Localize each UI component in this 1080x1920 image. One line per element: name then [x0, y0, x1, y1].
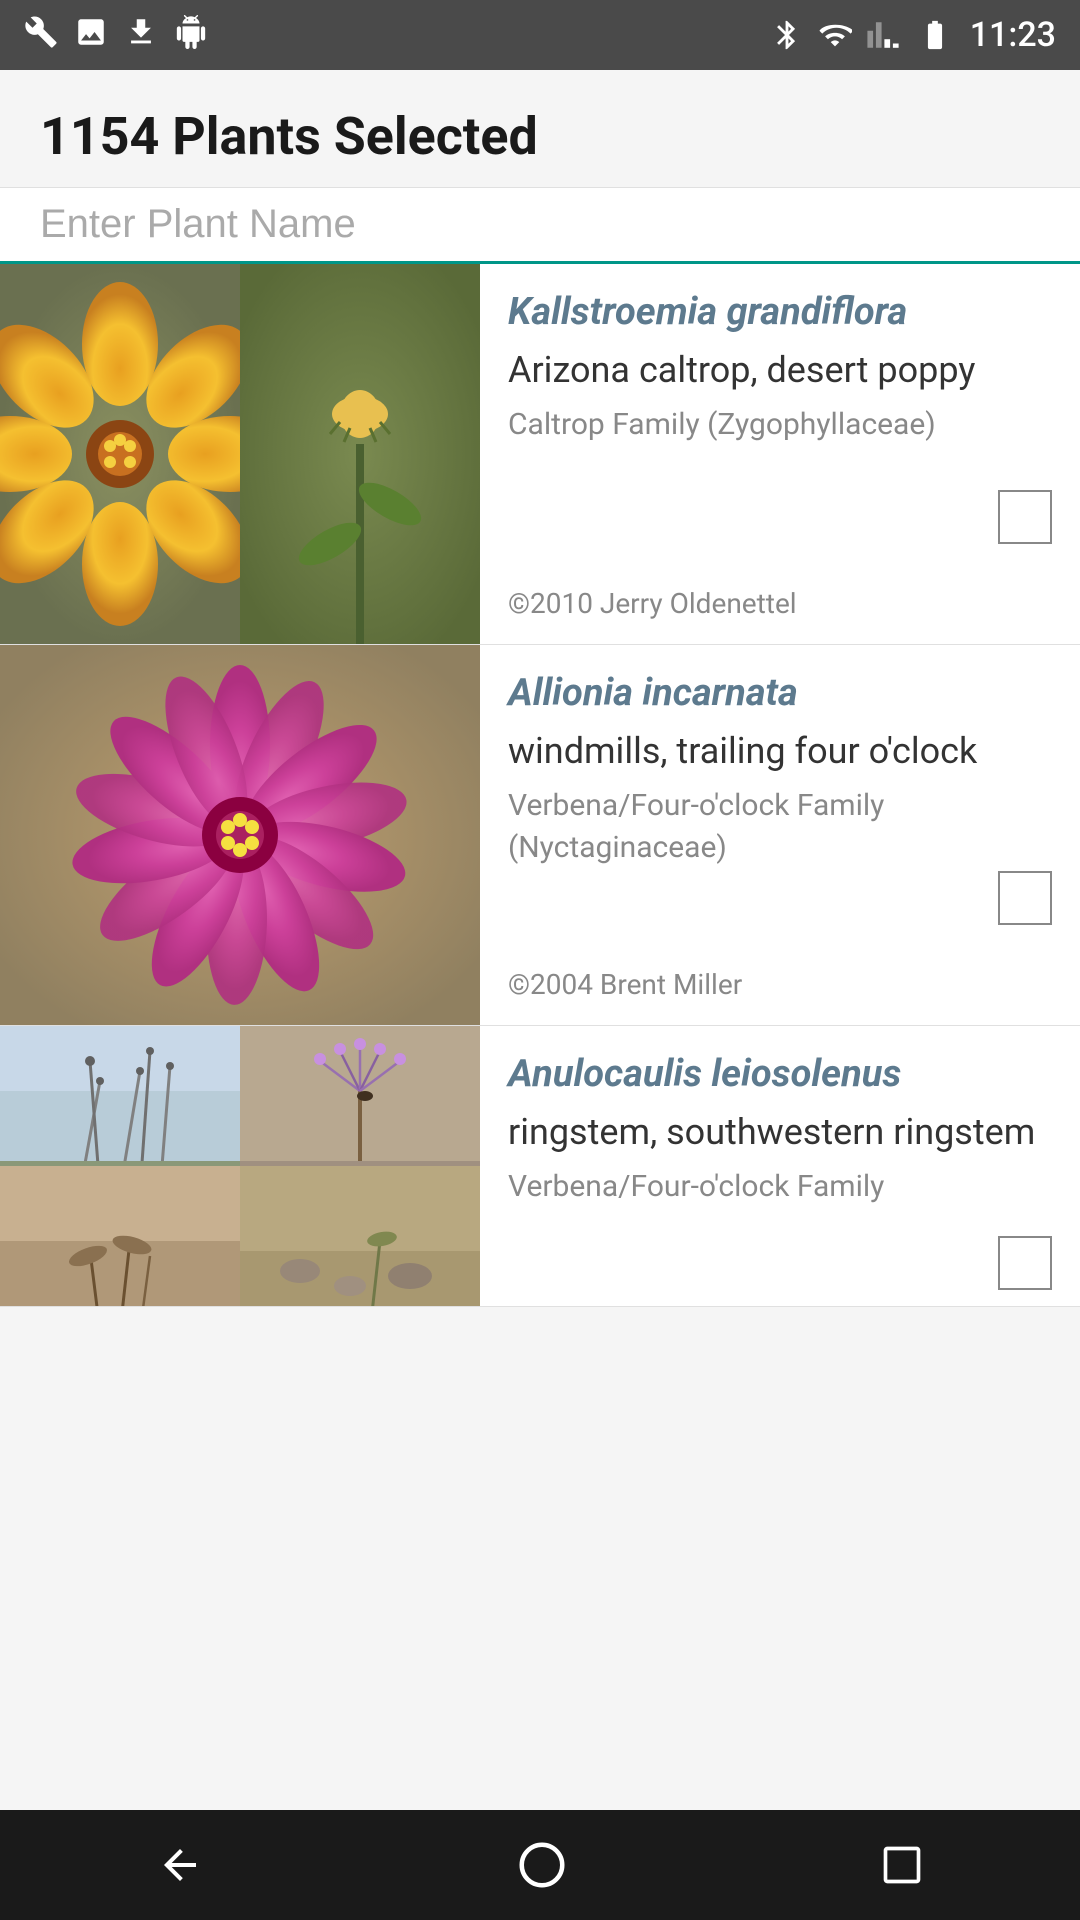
plant-family: Caltrop Family (Zygophyllaceae) — [508, 404, 1052, 446]
search-container[interactable] — [0, 188, 1080, 264]
plant-images — [0, 645, 480, 1025]
nav-back-button[interactable] — [156, 1841, 204, 1889]
search-input[interactable] — [40, 202, 1040, 247]
download-icon — [124, 15, 158, 56]
battery-icon — [914, 18, 956, 52]
plant-family: Verbena/Four-o'clock Family (Nyctaginace… — [508, 785, 1052, 869]
plant-copyright: ©2004 Brent Miller — [508, 968, 742, 1001]
wifi-icon — [818, 18, 852, 52]
plant-info: Kallstroemia grandiflora Arizona caltrop… — [480, 264, 1080, 644]
plant-scientific-name: Kallstroemia grandiflora — [508, 288, 1052, 337]
status-bar: 11:23 — [0, 0, 1080, 70]
app-header: 1154 Plants Selected — [0, 70, 1080, 188]
plant-image-2 — [240, 1026, 480, 1166]
plant-images — [0, 264, 480, 644]
plant-item: Allionia incarnata windmills, trailing f… — [0, 645, 1080, 1026]
signal-icon — [866, 18, 900, 52]
plant-list: Kallstroemia grandiflora Arizona caltrop… — [0, 264, 1080, 1744]
plant-item: Kallstroemia grandiflora Arizona caltrop… — [0, 264, 1080, 645]
plant-common-name: windmills, trailing four o'clock — [508, 728, 1052, 775]
plant-scientific-name: Anulocaulis leiosolenus — [508, 1050, 1052, 1099]
plant-common-name: Arizona caltrop, desert poppy — [508, 347, 1052, 394]
nav-recent-button[interactable] — [880, 1843, 924, 1887]
plant-image-4 — [240, 1166, 480, 1306]
plant-copyright: ©2010 Jerry Oldenettel — [508, 587, 797, 620]
status-icons-left — [24, 15, 208, 56]
plant-image-2 — [240, 264, 480, 644]
plant-image-1 — [0, 264, 240, 644]
bluetooth-icon — [770, 18, 804, 52]
plant-checkbox[interactable] — [998, 871, 1052, 925]
plant-info: Allionia incarnata windmills, trailing f… — [480, 645, 1080, 1025]
status-time: 11:23 — [970, 15, 1056, 55]
plant-checkbox[interactable] — [998, 490, 1052, 544]
page-title: 1154 Plants Selected — [40, 106, 1040, 167]
plant-image-1 — [0, 645, 480, 1025]
plant-image-1 — [0, 1026, 240, 1166]
wrench-icon — [24, 15, 58, 56]
plant-common-name: ringstem, southwestern ringstem — [508, 1109, 1052, 1156]
plant-image-3 — [0, 1166, 240, 1306]
plant-info: Anulocaulis leiosolenus ringstem, southw… — [480, 1026, 1080, 1306]
plant-family: Verbena/Four-o'clock Family — [508, 1166, 1052, 1208]
nav-home-button[interactable] — [515, 1838, 569, 1892]
status-icons-right: 11:23 — [770, 15, 1056, 55]
plant-item: Anulocaulis leiosolenus ringstem, southw… — [0, 1026, 1080, 1307]
image-icon — [74, 15, 108, 56]
plant-scientific-name: Allionia incarnata — [508, 669, 1052, 718]
plant-checkbox[interactable] — [998, 1236, 1052, 1290]
nav-bar — [0, 1810, 1080, 1920]
plant-images — [0, 1026, 480, 1306]
android-icon — [174, 15, 208, 56]
